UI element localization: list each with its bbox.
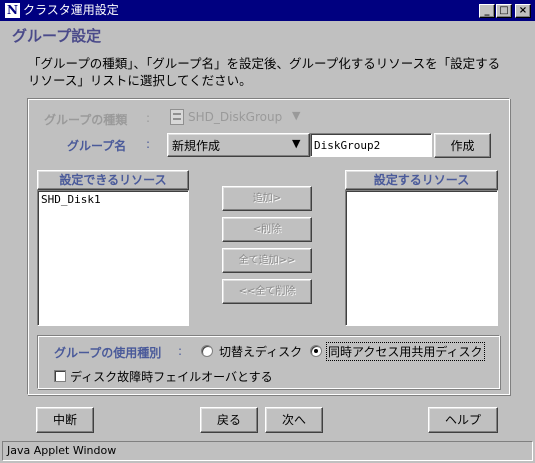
- shared-disk-radio[interactable]: [310, 345, 322, 357]
- failover-option[interactable]: ディスク故障時フェイルオーバとする: [54, 368, 284, 384]
- add-button[interactable]: 追加>: [222, 186, 312, 211]
- abort-button[interactable]: 中断: [36, 407, 94, 433]
- selected-resources-list[interactable]: [345, 190, 498, 326]
- switch-disk-label: 切替えディスク: [219, 345, 303, 359]
- page-title: グループ設定: [12, 27, 102, 45]
- app-icon: N: [5, 3, 20, 18]
- group-type-value: SHD_DiskGroup: [188, 110, 283, 124]
- close-icon: ×: [518, 5, 528, 16]
- back-button[interactable]: 戻る: [200, 407, 258, 433]
- instructions-line-2: リソース」リストに選択してください。: [28, 73, 252, 88]
- group-name-select[interactable]: 新規作成 ▼: [167, 133, 310, 157]
- help-button[interactable]: ヘルプ: [428, 407, 498, 433]
- group-name-select-value: 新規作成: [172, 139, 221, 153]
- list-item[interactable]: SHD_Disk1: [38, 191, 188, 208]
- remove-button[interactable]: <削除: [222, 217, 312, 242]
- usage-label: グループの使用種別: [54, 346, 162, 360]
- shared-disk-option[interactable]: 同時アクセス用共用ディスク: [310, 342, 486, 361]
- disk-icon: [170, 109, 184, 125]
- switch-disk-radio[interactable]: [201, 345, 213, 357]
- selected-resources-header: 設定するリソース: [345, 170, 498, 190]
- add-all-button[interactable]: 全て追加>>: [222, 248, 312, 273]
- radio-selected-dot: [314, 349, 318, 353]
- group-name-label: グループ名: [67, 139, 127, 153]
- window-title: クラスタ運用設定: [23, 3, 119, 17]
- instructions-line-1: 「グループの種類」、「グループ名」を設定後、グループ化するリソースを「設定する: [28, 56, 501, 71]
- group-name-colon: :: [146, 137, 151, 151]
- group-type-label: グループの種類: [44, 113, 128, 127]
- remove-all-button[interactable]: <<全て削除: [222, 279, 312, 304]
- instructions: 「グループの種類」、「グループ名」を設定後、グループ化するリソースを「設定する …: [28, 55, 508, 89]
- failover-label: ディスク故障時フェイルオーバとする: [70, 370, 273, 384]
- chevron-down-icon: ▼: [292, 109, 301, 122]
- available-resources-header: 設定できるリソース: [37, 170, 189, 190]
- minimize-icon: _: [484, 5, 490, 16]
- usage-colon: :: [178, 344, 183, 358]
- status-bar: Java Applet Window: [2, 441, 533, 461]
- group-type-select: SHD_DiskGroup ▼: [168, 106, 309, 130]
- title-bar: N クラスタ運用設定 _ □ ×: [0, 0, 535, 21]
- group-type-colon: :: [146, 111, 151, 125]
- next-button[interactable]: 次へ: [265, 407, 323, 433]
- group-name-input[interactable]: DiskGroup2: [310, 133, 432, 157]
- minimize-button[interactable]: _: [479, 4, 495, 18]
- maximize-button[interactable]: □: [496, 4, 512, 18]
- shared-disk-label: 同時アクセス用共用ディスク: [326, 342, 485, 361]
- switch-disk-option[interactable]: 切替えディスク: [201, 343, 307, 359]
- create-button[interactable]: 作成: [434, 133, 491, 158]
- maximize-icon: □: [499, 5, 509, 16]
- close-button[interactable]: ×: [515, 4, 531, 18]
- chevron-down-icon: ▼: [292, 137, 301, 150]
- available-resources-list[interactable]: SHD_Disk1: [37, 190, 189, 326]
- failover-checkbox[interactable]: [54, 370, 66, 382]
